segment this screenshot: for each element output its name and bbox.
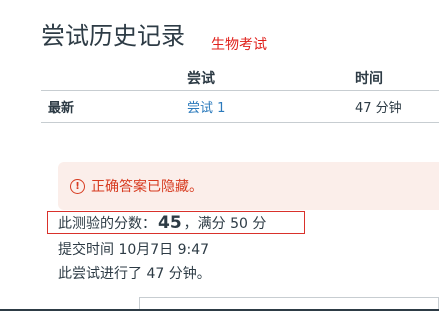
score-line: 此测验的分数： 45 ，满分 50 分 <box>58 213 266 234</box>
score-suffix: ，满分 50 分 <box>183 216 267 232</box>
row-label-latest: 最新 <box>41 90 187 123</box>
attempt-history-table: 尝试 时间 最新 尝试 1 47 分钟 <box>41 66 439 123</box>
table-header-row: 尝试 时间 <box>41 66 439 91</box>
notice-text: 正确答案已隐藏。 <box>91 179 203 195</box>
bottom-panel <box>139 297 439 309</box>
answers-hidden-notice: ! 正确答案已隐藏。 <box>58 162 439 210</box>
warning-circle-icon: ! <box>70 178 85 194</box>
score-prefix: 此测验的分数： <box>58 216 156 232</box>
page-title: 尝试历史记录 <box>41 22 185 50</box>
table-row: 最新 尝试 1 47 分钟 <box>41 90 439 123</box>
quiz-results-page: 尝试历史记录 生物考试 尝试 时间 最新 尝试 1 47 分钟 ! 正确答案已隐… <box>0 0 439 311</box>
column-header-blank <box>41 66 187 91</box>
exam-annotation: 生物考试 <box>211 37 267 53</box>
attempt-link[interactable]: 尝试 1 <box>187 101 225 116</box>
column-header-attempt: 尝试 <box>187 66 355 91</box>
column-header-time: 时间 <box>355 66 439 91</box>
submitted-time: 提交时间 10月7日 9:47 <box>58 242 210 258</box>
attempt-duration: 47 分钟 <box>355 90 439 123</box>
attempt-duration-text: 此尝试进行了 47 分钟。 <box>58 266 211 282</box>
score-value: 45 <box>158 213 182 233</box>
